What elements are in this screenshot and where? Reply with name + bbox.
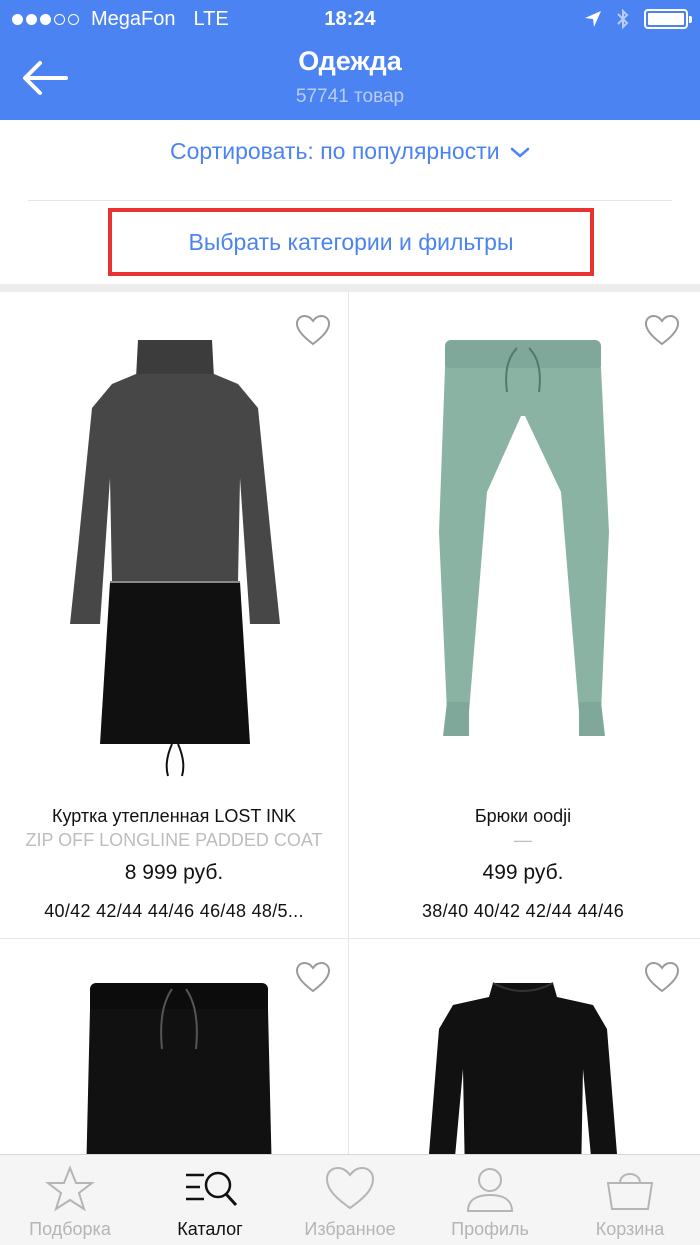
chevron-down-icon [510,147,530,158]
tab-label: Подборка [29,1219,111,1239]
product-sizes: 38/40 40/42 42/44 44/46 [421,901,625,921]
user-icon [466,1168,514,1212]
bluetooth-icon [617,8,629,30]
filter-label: Выбрать категории и фильтры [188,228,514,255]
product-price: 499 руб. [482,861,564,884]
battery-icon [644,9,692,29]
item-count: 57741 товар [295,86,405,107]
sort-label: Сортировать: по популярности [170,138,500,164]
tab-cart[interactable]: Корзина [560,1155,700,1245]
product-image [429,982,617,1154]
tab-label: Корзина [595,1219,665,1239]
tab-favorites[interactable]: Избранное [280,1155,420,1245]
tab-bar: Подборка Каталог Избранное Профиль Корзи… [0,1154,700,1245]
status-bar: MegaFon LTE 18:24 [0,0,700,40]
product-image [70,340,280,777]
product-image [86,983,272,1154]
tab-podborka[interactable]: Подборка [0,1155,140,1245]
sort-selector[interactable]: Сортировать: по популярности [0,138,700,165]
product-subtitle: — [514,830,532,850]
tab-label: Избранное [304,1219,396,1239]
section-separator [0,284,700,292]
catalog-search-icon [186,1171,238,1207]
heart-icon [325,1166,375,1210]
star-icon [45,1165,95,1212]
product-name: Брюки oodji [474,806,572,826]
heart-icon[interactable] [295,314,331,346]
product-sizes: 40/42 42/44 44/46 46/48 48/5... [44,901,304,921]
heart-icon[interactable] [644,314,680,346]
tab-profile[interactable]: Профиль [420,1155,560,1245]
app-header: MegaFon LTE 18:24 Одежда 57741 товар [0,0,700,120]
heart-icon[interactable] [644,961,680,993]
product-name: Куртка утепленная LOST INK [51,806,297,826]
product-card[interactable] [349,939,697,1154]
filter-button[interactable]: Выбрать категории и фильтры [108,208,594,276]
product-subtitle: ZIP OFF LONGLINE PADDED COAT [25,830,323,850]
tab-label: Каталог [177,1219,243,1239]
divider [28,200,672,201]
product-price: 8 999 руб. [124,861,224,884]
product-card[interactable] [0,939,348,1154]
product-image [439,340,609,736]
product-card[interactable]: Брюки oodji — 499 руб. 38/40 40/42 42/44… [349,292,697,938]
heart-icon[interactable] [295,961,331,993]
product-card[interactable]: Куртка утепленная LOST INK ZIP OFF LONGL… [0,292,348,938]
tab-label: Профиль [451,1219,529,1239]
page-title: Одежда [298,46,402,76]
location-arrow-icon [585,11,601,27]
basket-icon [606,1173,654,1210]
tab-catalog[interactable]: Каталог [140,1155,280,1245]
